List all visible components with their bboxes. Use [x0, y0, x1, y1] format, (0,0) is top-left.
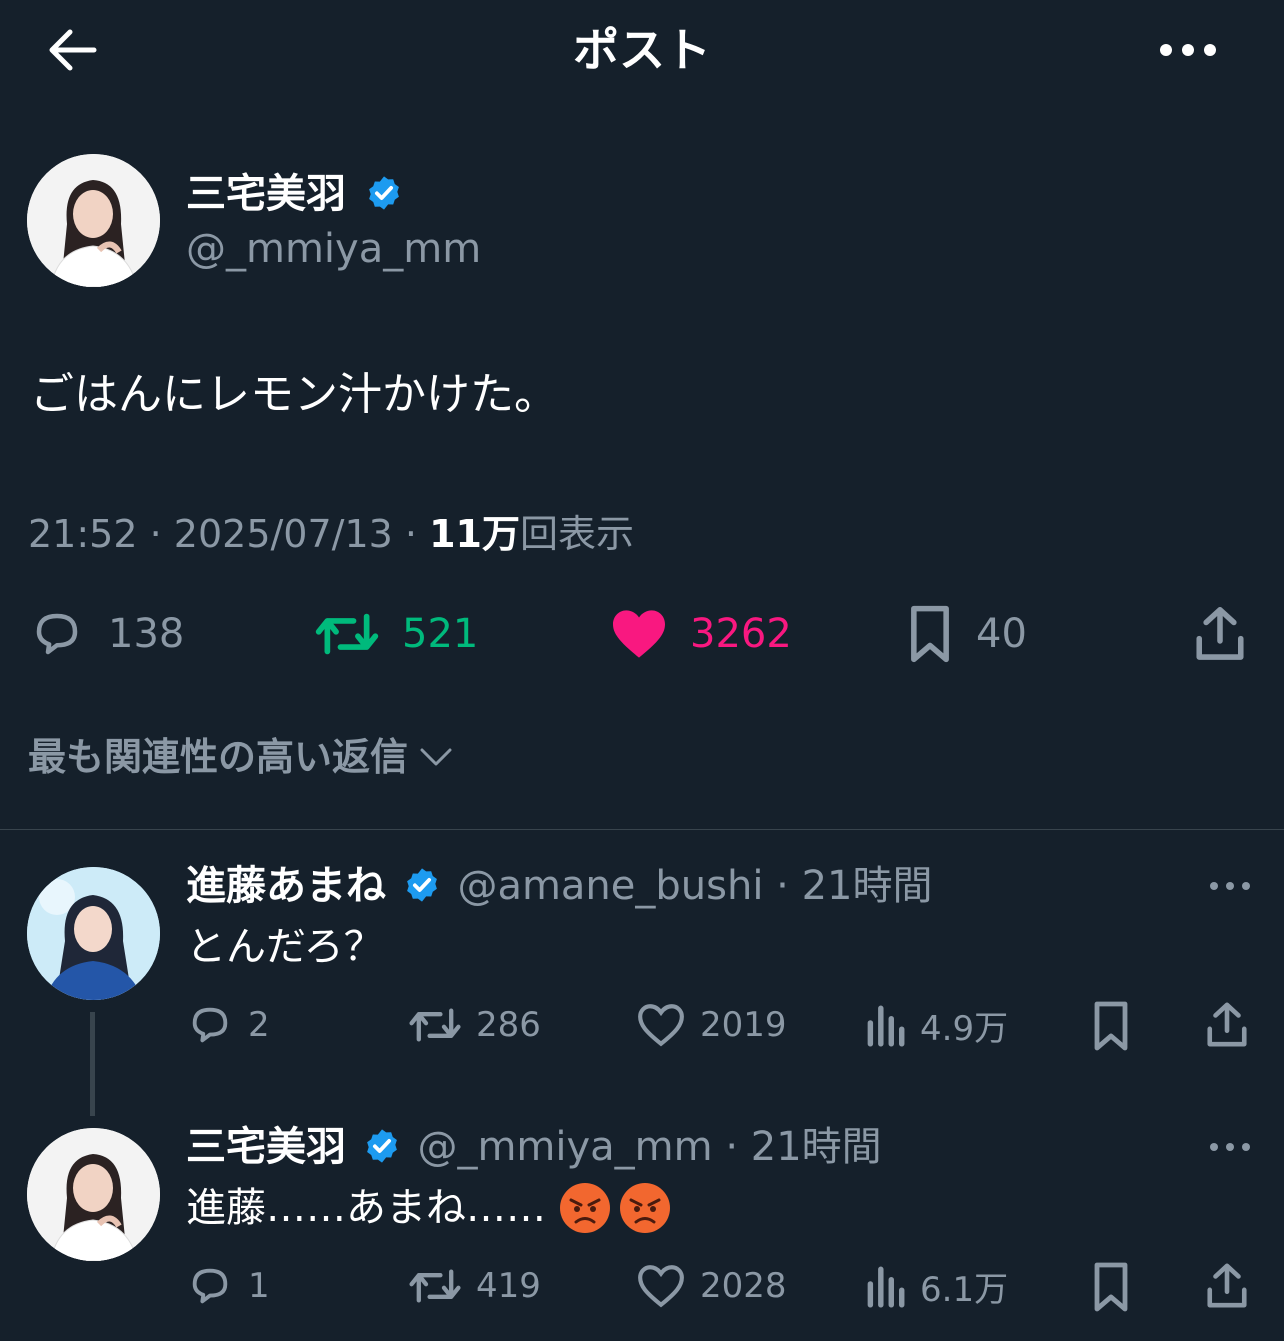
share-button[interactable] [1192, 604, 1248, 664]
bookmark-button[interactable]: 40 [906, 604, 1027, 664]
avatar-portrait-icon [27, 1128, 160, 1261]
reply-views-button[interactable]: 4.9万 [864, 1000, 1008, 1050]
verified-badge-icon [366, 1129, 397, 1163]
reply-share-button[interactable] [1204, 1261, 1250, 1311]
reply-share-button[interactable] [1204, 1000, 1250, 1050]
like-count: 3262 [690, 611, 792, 657]
angry-face-icon [620, 1183, 670, 1233]
views-count: 4.9万 [920, 1008, 1009, 1049]
reply-bookmark-button[interactable] [1090, 1261, 1132, 1313]
separator-dot: · [725, 1124, 739, 1170]
reply-icon [192, 1268, 228, 1304]
retweet-count: 286 [476, 1005, 541, 1045]
thread-line [90, 1012, 95, 1116]
retweet-button[interactable]: 521 [314, 604, 478, 664]
reply-reply-button[interactable]: 1 [186, 1261, 270, 1311]
reply-retweet-button[interactable]: 286 [408, 1000, 541, 1050]
reply-handle[interactable]: @_mmiya_mm [417, 1124, 712, 1170]
separator-dot: · [776, 863, 789, 909]
reply-icon [192, 1007, 228, 1043]
bookmark-icon [1094, 1262, 1128, 1312]
separator-dot: · [149, 512, 162, 556]
heart-filled-icon [613, 610, 665, 658]
verified-badge-icon [368, 176, 399, 210]
retweet-icon [409, 1008, 461, 1042]
avatar-portrait-icon [27, 154, 160, 287]
more-horizontal-icon [1210, 1143, 1250, 1151]
angry-face-icon [560, 1183, 610, 1233]
reply-count: 2 [248, 1005, 270, 1045]
post-date[interactable]: 2025/07/13 [174, 512, 393, 556]
share-icon [1207, 1263, 1247, 1308]
more-horizontal-icon [1210, 882, 1250, 890]
like-count: 2019 [700, 1005, 787, 1045]
reply-more-button[interactable] [1206, 1133, 1254, 1161]
analytics-icon [867, 1005, 905, 1047]
reply-sort-label: 最も関連性の高い返信 [28, 735, 409, 779]
views-label: 回表示 [520, 512, 635, 556]
views-count: 11万 [429, 512, 520, 556]
reply-count: 1 [248, 1266, 270, 1306]
retweet-icon [409, 1269, 461, 1303]
reply-views-button[interactable]: 6.1万 [864, 1261, 1008, 1311]
reply-time[interactable]: 21時間 [751, 1124, 882, 1170]
heart-outline-icon [638, 1265, 684, 1308]
share-icon [1196, 607, 1244, 660]
reply-more-button[interactable] [1206, 872, 1254, 900]
reply-like-button[interactable]: 2028 [636, 1261, 787, 1311]
heart-outline-icon [638, 1004, 684, 1047]
reply-avatar[interactable] [27, 1128, 160, 1261]
reply-time[interactable]: 21時間 [802, 863, 933, 909]
views-count: 6.1万 [920, 1269, 1009, 1310]
retweet-icon [315, 613, 379, 655]
reply-bookmark-button[interactable] [1090, 1000, 1132, 1052]
chevron-down-icon [420, 748, 452, 766]
reply-icon [36, 613, 78, 655]
reply-count: 138 [108, 611, 185, 657]
reply-handle[interactable]: @amane_bushi [457, 863, 763, 909]
bookmark-icon [1094, 1001, 1128, 1051]
separator-dot: · [404, 512, 418, 556]
bookmark-icon [911, 605, 949, 663]
section-divider [0, 829, 1284, 830]
analytics-icon [867, 1266, 905, 1308]
reply-author-name[interactable]: 三宅美羽 [186, 1124, 346, 1170]
verified-badge-icon [406, 868, 437, 902]
reply-button[interactable]: 138 [28, 604, 184, 664]
more-options-button[interactable] [1152, 30, 1224, 70]
reply-retweet-button[interactable]: 419 [408, 1261, 541, 1311]
post-time: 21:52 [28, 512, 138, 556]
author-avatar[interactable] [27, 154, 160, 287]
author-name[interactable]: 三宅美羽 [186, 171, 346, 217]
more-horizontal-icon [1160, 44, 1216, 56]
reply-like-button[interactable]: 2019 [636, 1000, 787, 1050]
post-text: ごはんにレモン汁かけた。 [30, 369, 558, 420]
retweet-count: 419 [476, 1266, 541, 1306]
reply-avatar[interactable] [27, 867, 160, 1000]
author-handle[interactable]: @_mmiya_mm [186, 224, 481, 274]
share-icon [1207, 1002, 1247, 1047]
like-button[interactable]: 3262 [610, 604, 792, 664]
reply-author-name[interactable]: 進藤あまね [186, 863, 386, 909]
page-title: ポスト [573, 23, 711, 77]
reply-sort-dropdown[interactable]: 最も関連性の高い返信 [28, 732, 454, 782]
retweet-count: 521 [402, 611, 479, 657]
reply-text: 進藤……あまね…… [186, 1185, 546, 1231]
reply-text: とんだろ？ [186, 924, 384, 970]
avatar-portrait-icon [27, 867, 160, 1000]
bookmark-count: 40 [976, 611, 1027, 657]
reply-reply-button[interactable]: 2 [186, 1000, 270, 1050]
like-count: 2028 [700, 1266, 787, 1306]
